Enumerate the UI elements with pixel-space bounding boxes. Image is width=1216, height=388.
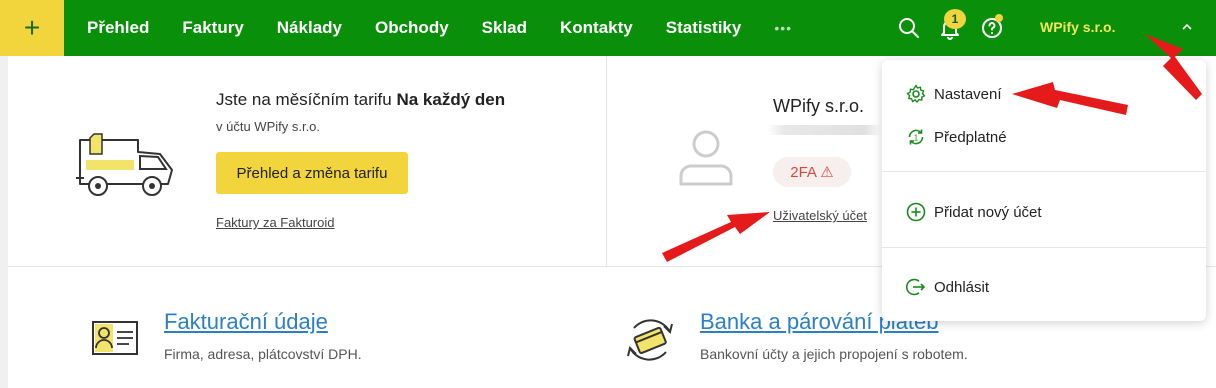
bank-sync-icon xyxy=(627,319,673,361)
change-tariff-button[interactable]: Přehled a změna tarifu xyxy=(216,152,408,194)
billing-details-link[interactable]: Fakturační údaje xyxy=(164,309,328,335)
main-menu: Přehled Faktury Náklady Obchody Sklad Ko… xyxy=(87,0,792,56)
app: + Přehled Faktury Náklady Obchody Sklad … xyxy=(0,0,1216,388)
twofa-status-badge[interactable]: 2FA ⚠ xyxy=(773,157,851,187)
search-icon[interactable] xyxy=(897,16,921,40)
menu-item-subscription-label: Předplatné xyxy=(934,128,1007,146)
nav-item-prehled[interactable]: Přehled xyxy=(87,18,149,38)
nav-item-faktury[interactable]: Faktury xyxy=(182,18,243,38)
delivery-van-icon xyxy=(76,133,173,196)
chevron-up-icon[interactable] xyxy=(1180,20,1194,34)
nav-item-statistiky[interactable]: Statistiky xyxy=(666,18,742,38)
user-avatar-icon xyxy=(679,130,733,186)
more-menu-icon[interactable]: ••• xyxy=(774,20,792,36)
menu-item-logout[interactable]: Odhlásit xyxy=(882,267,1206,307)
notification-badge: 1 xyxy=(944,9,966,29)
menu-separator xyxy=(882,247,1206,248)
divider-vertical xyxy=(606,56,607,267)
account-name: WPify s.r.o. xyxy=(773,96,865,116)
nav-item-obchody[interactable]: Obchody xyxy=(375,18,449,38)
billing-details-description: Firma, adresa, plátcovství DPH. xyxy=(164,346,362,362)
tariff-plan-name: Na každý den xyxy=(396,90,506,109)
svg-text:1: 1 xyxy=(914,134,919,143)
company-switcher[interactable]: WPify s.r.o. xyxy=(1040,19,1115,35)
top-nav-bar: + Přehled Faktury Náklady Obchody Sklad … xyxy=(0,0,1216,56)
menu-item-subscription[interactable]: 1 Předplatné xyxy=(882,117,1206,157)
menu-item-add-account-label: Přidat nový účet xyxy=(934,203,1042,221)
fakturoid-invoices-link[interactable]: Faktury za Fakturoid xyxy=(216,215,335,230)
bank-pairing-description: Bankovní účty a jejich propojení s robot… xyxy=(700,346,968,362)
help-indicator-dot xyxy=(995,14,1003,22)
menu-item-settings-label: Nastavení xyxy=(934,85,1002,103)
tariff-heading: Jste na měsíčním tarifu Na každý den xyxy=(216,90,505,110)
account-email-redacted xyxy=(767,125,882,135)
user-account-link[interactable]: Uživatelský účet xyxy=(773,208,867,223)
menu-item-settings[interactable]: Nastavení xyxy=(882,74,1206,114)
menu-item-add-account[interactable]: Přidat nový účet xyxy=(882,192,1206,232)
nav-item-naklady[interactable]: Náklady xyxy=(277,18,342,38)
nav-item-kontakty[interactable]: Kontakty xyxy=(560,18,633,38)
add-circle-icon xyxy=(906,202,926,222)
subscription-refresh-icon: 1 xyxy=(908,129,924,145)
nav-item-sklad[interactable]: Sklad xyxy=(482,18,527,38)
account-dropdown-menu: Nastavení 1 Předplatné Přidat nový účet xyxy=(882,60,1206,321)
tariff-heading-text: Jste na měsíčním tarifu xyxy=(216,90,397,109)
menu-separator xyxy=(882,171,1206,172)
gear-icon xyxy=(906,84,926,103)
add-new-button[interactable]: + xyxy=(0,0,64,56)
logout-icon xyxy=(906,278,926,296)
billing-id-card-icon xyxy=(92,321,138,355)
tariff-account-line: v účtu WPify s.r.o. xyxy=(216,119,321,134)
menu-item-logout-label: Odhlásit xyxy=(934,278,990,296)
